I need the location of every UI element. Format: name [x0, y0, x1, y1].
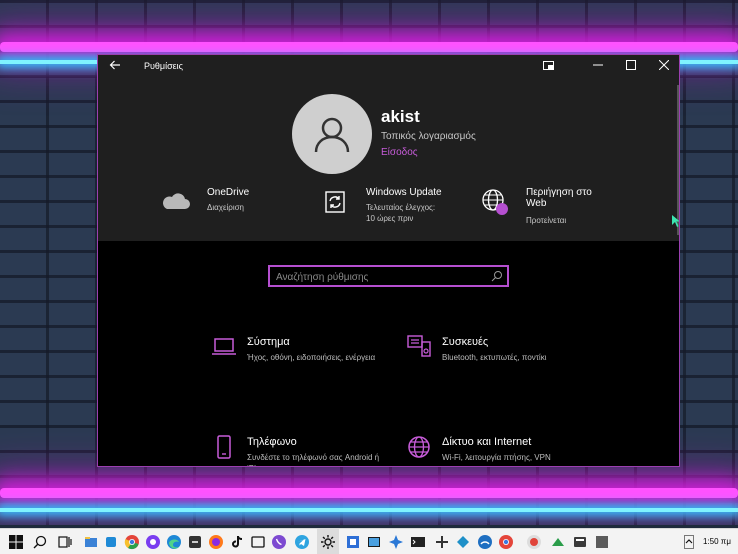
chrome-icon[interactable]: [498, 534, 514, 550]
app-icon[interactable]: [526, 534, 542, 550]
category-subtitle: Bluetooth, εκτυπωτές, ποντίκι: [442, 353, 547, 362]
maximize-icon: [626, 60, 636, 70]
app-icon[interactable]: [187, 534, 203, 550]
category-phone[interactable]: Τηλέφωνο Συνδέστε το τηλέφωνό σας Androi…: [211, 434, 391, 466]
app-icon[interactable]: [572, 534, 588, 550]
category-title: Σύστημα: [247, 336, 290, 348]
user-icon: [314, 117, 350, 153]
search-icon: [491, 271, 502, 282]
clock[interactable]: 1:50 πμ: [703, 537, 731, 546]
snap-button[interactable]: [531, 55, 565, 79]
app-icon[interactable]: [345, 534, 361, 550]
app-icon[interactable]: [250, 534, 266, 550]
account-type: Τοπικός λογαριασμός: [381, 131, 476, 142]
phone-icon: [217, 435, 231, 459]
quick-link-windows-update[interactable]: Windows Update Τελευταίος έλεγχος: 10 ώρε…: [320, 187, 460, 237]
account-header: akist Τοπικός λογαριασμός Είσοδος OneDri…: [98, 79, 679, 241]
taskbar-settings-button[interactable]: [317, 529, 339, 554]
taskbar: 1:50 πμ: [0, 528, 738, 554]
app-icon[interactable]: [103, 534, 119, 550]
quick-link-title-line1: Περιήγηση στο: [526, 187, 592, 198]
app-icon[interactable]: [366, 534, 382, 550]
category-title: Δίκτυο και Internet: [442, 436, 532, 448]
viber-icon[interactable]: [271, 534, 287, 550]
close-button[interactable]: [647, 55, 679, 79]
globe-icon: [408, 436, 430, 458]
firefox-icon[interactable]: [208, 534, 224, 550]
tiktok-icon[interactable]: [229, 534, 245, 550]
quick-link-onedrive[interactable]: OneDrive Διαχείριση: [161, 187, 291, 237]
quick-link-title: Windows Update: [366, 187, 442, 198]
mouse-cursor-icon: [672, 215, 679, 227]
category-network[interactable]: Δίκτυο και Internet Wi-Fi, λειτουργία πτ…: [406, 434, 586, 466]
quick-link-title-line2: Web: [526, 198, 547, 209]
chevron-up-icon[interactable]: [684, 535, 694, 549]
quick-link-subtitle: Διαχείριση: [207, 203, 245, 212]
edge-icon[interactable]: [166, 534, 182, 550]
quick-link-subtitle-line1: Τελευταίος έλεγχος:: [366, 203, 436, 212]
windows-start-icon[interactable]: [8, 534, 24, 550]
gear-icon: [321, 535, 335, 549]
minimize-icon: [593, 64, 603, 66]
quick-link-title: Περιήγηση στο Web: [526, 187, 592, 209]
quick-link-title: OneDrive: [207, 187, 250, 198]
category-system[interactable]: Σύστημα Ήχος, οθόνη, ειδοποιήσεις, ενέργ…: [211, 334, 391, 394]
close-icon: [658, 59, 670, 71]
refresh-icon: [325, 191, 345, 213]
neon-light-bottom: [0, 488, 738, 498]
category-title: Συσκευές: [442, 336, 489, 348]
sign-in-link[interactable]: Είσοδος: [381, 147, 418, 158]
neon-light-cyan-bottom: [0, 508, 738, 512]
minimize-button[interactable]: [581, 55, 615, 79]
chrome-icon[interactable]: [124, 534, 140, 550]
app-icon[interactable]: [434, 534, 450, 550]
task-view-icon[interactable]: [57, 534, 73, 550]
window-title: Ρυθμίσεις: [144, 61, 184, 71]
title-bar: Ρυθμίσεις: [98, 55, 679, 79]
app-icon[interactable]: [550, 534, 566, 550]
category-subtitle: Wi-Fi, λειτουργία πτήσης, VPN: [442, 453, 551, 462]
quick-link-subtitle-line2: 10 ώρες πριν: [366, 214, 414, 223]
file-explorer-icon[interactable]: [83, 534, 99, 550]
maximize-button[interactable]: [614, 55, 648, 79]
category-subtitle: Συνδέστε το τηλέφωνό σας Android ή iPhon…: [247, 453, 380, 466]
search-icon[interactable]: [32, 534, 48, 550]
cloud-icon: [163, 193, 190, 209]
terminal-icon[interactable]: [410, 534, 426, 550]
globe-icon: [482, 189, 508, 215]
user-name: akist: [381, 107, 420, 126]
category-devices[interactable]: Συσκευές Bluetooth, εκτυπωτές, ποντίκι: [406, 334, 586, 394]
back-button[interactable]: [106, 59, 124, 75]
neon-light-top: [0, 42, 738, 52]
quick-link-browse-web[interactable]: Περιήγηση στο Web Προτείνεται: [480, 187, 630, 237]
search-input[interactable]: [270, 268, 507, 287]
quick-link-subtitle: Τελευταίος έλεγχος: 10 ώρες πριν: [366, 202, 435, 224]
laptop-icon: [212, 338, 236, 355]
compact-overlay-icon: [542, 61, 554, 70]
app-icon[interactable]: [388, 534, 404, 550]
avatar[interactable]: [292, 94, 372, 174]
app-icon[interactable]: [594, 534, 610, 550]
telegram-icon[interactable]: [294, 534, 310, 550]
arrow-left-icon: [109, 60, 120, 70]
devices-icon: [407, 335, 431, 357]
quick-link-subtitle: Προτείνεται: [526, 216, 567, 225]
app-icon[interactable]: [455, 534, 471, 550]
scrollbar[interactable]: [677, 85, 679, 235]
category-title: Τηλέφωνο: [247, 436, 297, 448]
app-icon[interactable]: [145, 534, 161, 550]
app-icon[interactable]: [477, 534, 493, 550]
category-subtitle: Ήχος, οθόνη, ειδοποιήσεις, ενέργεια: [247, 353, 376, 362]
settings-window: Ρυθμίσεις akist Τοπικός λογαριασμός Είσο…: [97, 54, 680, 467]
settings-search[interactable]: [268, 265, 509, 287]
